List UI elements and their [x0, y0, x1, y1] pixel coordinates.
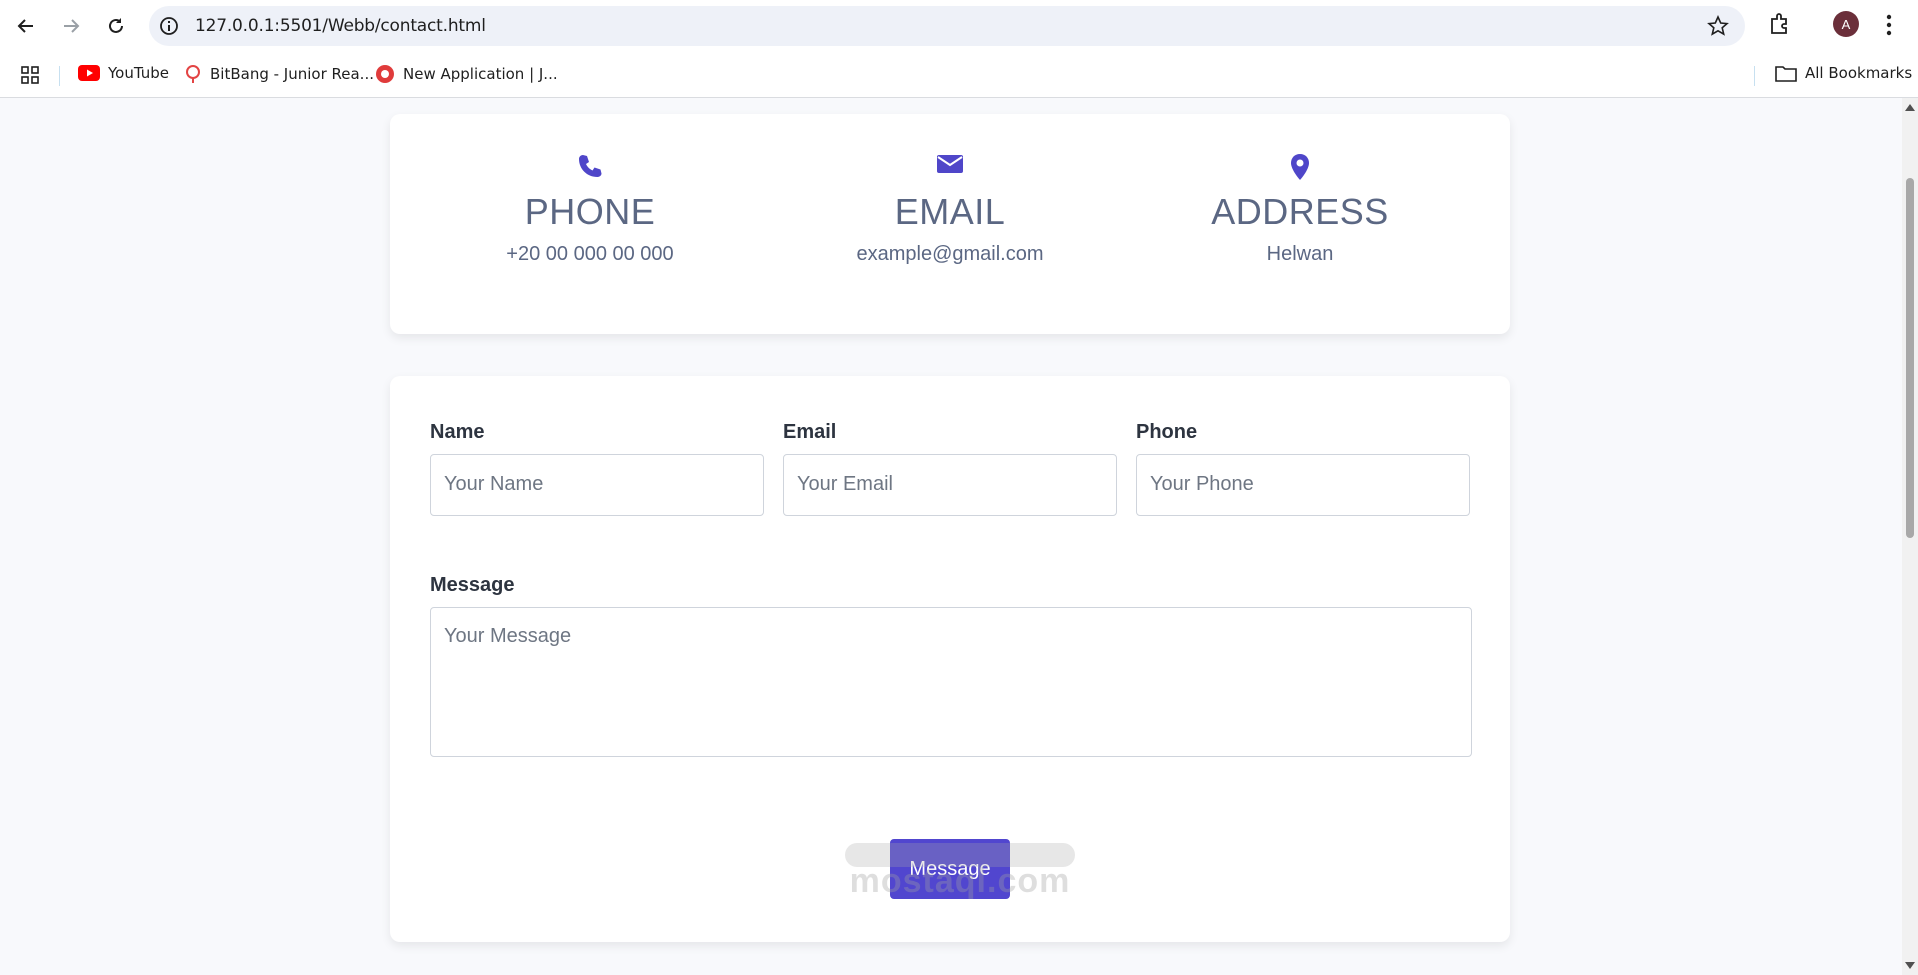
youtube-icon: [78, 65, 100, 81]
bookmarks-bar: YouTube BitBang - Junior Rea... New Appl…: [0, 52, 1918, 98]
extensions-icon[interactable]: [1768, 11, 1792, 42]
avatar: A: [1833, 11, 1859, 37]
contact-info-card: PHONE +20 00 000 00 000 EMAIL example@gm…: [390, 114, 1510, 334]
envelope-icon: [936, 153, 964, 180]
menu-icon[interactable]: [1886, 14, 1892, 41]
folder-icon: [1775, 66, 1797, 82]
back-button[interactable]: [11, 11, 41, 41]
phone-field[interactable]: Your Phone: [1136, 454, 1470, 516]
all-bookmarks-button[interactable]: All Bookmarks: [1775, 64, 1912, 82]
email-title: EMAIL: [894, 191, 1006, 232]
name-field[interactable]: Your Name: [430, 454, 764, 516]
watermark-logo: [845, 843, 1075, 867]
message-placeholder: Your Message: [444, 625, 572, 647]
address-value: Helwan: [1266, 243, 1334, 265]
bookmark-label: YouTube: [108, 64, 169, 82]
url-text: 127.0.0.1:5501/Webb/contact.html: [195, 16, 486, 36]
scroll-down-arrow-icon[interactable]: [1905, 962, 1915, 969]
address-bar[interactable]: 127.0.0.1:5501/Webb/contact.html: [149, 6, 1745, 46]
address-title: ADDRESS: [1211, 191, 1389, 232]
site-info-icon[interactable]: [159, 16, 179, 41]
email-value: example@gmail.com: [856, 243, 1044, 265]
phone-label: Phone: [1136, 421, 1198, 443]
map-pin-icon: [1289, 153, 1311, 186]
email-label: Email: [783, 421, 837, 443]
profile-avatar[interactable]: A: [1833, 11, 1859, 37]
star-icon[interactable]: [1707, 15, 1729, 42]
name-placeholder: Your Name: [444, 473, 544, 495]
message-field[interactable]: Your Message: [430, 607, 1472, 757]
email-placeholder: Your Email: [797, 473, 893, 495]
bookmark-bitbang[interactable]: BitBang - Junior Rea...: [184, 64, 374, 84]
phone-value: +20 00 000 00 000: [506, 243, 674, 265]
phone-placeholder: Your Phone: [1150, 473, 1254, 495]
apps-grid-icon[interactable]: [21, 66, 39, 89]
email-field[interactable]: Your Email: [783, 454, 1117, 516]
phone-icon: [577, 153, 603, 184]
message-label: Message: [430, 574, 515, 596]
all-bookmarks-label: All Bookmarks: [1805, 64, 1913, 82]
bitbang-icon: [186, 65, 200, 83]
arrow-right-icon: [64, 19, 80, 33]
page-scrollbar[interactable]: [1902, 98, 1918, 975]
bookmark-youtube[interactable]: YouTube: [78, 64, 169, 82]
bookmark-label: New Application | J...: [403, 65, 558, 83]
scroll-up-arrow-icon[interactable]: [1905, 104, 1915, 111]
arrow-left-icon: [17, 19, 33, 33]
reload-button[interactable]: [101, 11, 131, 41]
application-icon: [376, 65, 394, 83]
bookmark-label: BitBang - Junior Rea...: [210, 65, 374, 83]
name-label: Name: [430, 421, 485, 443]
bookmark-new-application[interactable]: New Application | J...: [375, 64, 558, 84]
scrollbar-thumb[interactable]: [1906, 178, 1914, 538]
browser-toolbar: 127.0.0.1:5501/Webb/contact.html A: [0, 0, 1918, 52]
reload-icon: [109, 18, 123, 33]
phone-title: PHONE: [524, 191, 656, 232]
divider: [59, 66, 60, 86]
divider: [1754, 66, 1755, 86]
forward-button[interactable]: [56, 11, 86, 41]
